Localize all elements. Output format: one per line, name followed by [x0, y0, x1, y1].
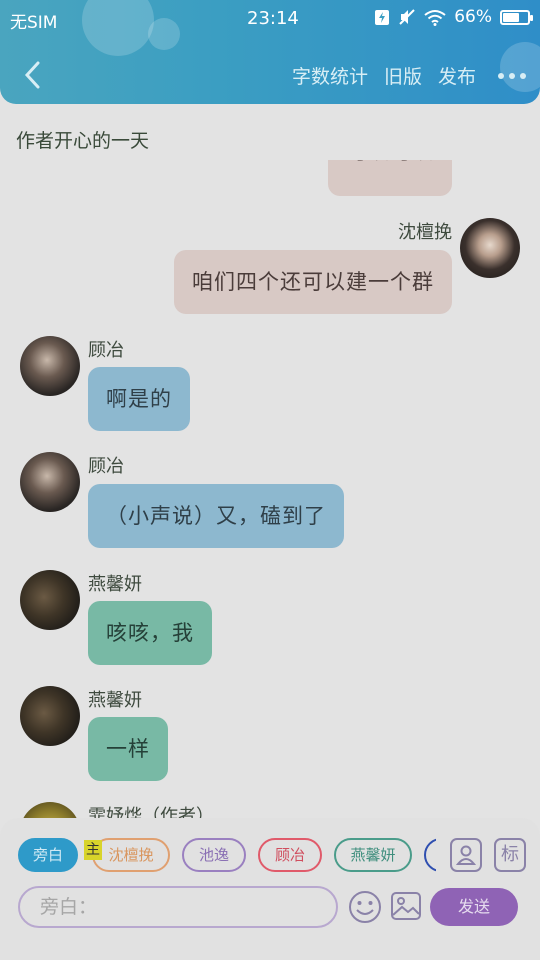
message-text: （小声说）又，磕到了 [106, 504, 326, 528]
role-chip-narration[interactable]: 旁白 [18, 838, 78, 872]
battery-percent: 66% [454, 7, 492, 27]
send-button[interactable]: 发送 [430, 888, 518, 926]
role-selector: 旁白 主 沈檀挽 池逸 顾冶 燕馨妍 [18, 838, 436, 874]
composer-panel: 旁白 主 沈檀挽 池逸 顾冶 燕馨妍 标 旁白： 发送 [0, 818, 540, 960]
avatar[interactable] [20, 686, 80, 746]
sender-name: 燕馨妍 [88, 574, 142, 595]
word-count-button[interactable]: 字数统计 [292, 62, 368, 89]
message-bubble[interactable]: 啊是的 [88, 367, 190, 431]
message-text: 咱们四个还可以建一个群 [192, 270, 434, 294]
role-chip-gu-ye[interactable]: 顾冶 [258, 838, 322, 872]
message-text: 一样 [106, 737, 150, 761]
story-title: 作者开心的一天 [16, 130, 150, 152]
role-chip-yan-xinyan[interactable]: 燕馨妍 [334, 838, 412, 872]
message-text: 咳咳，我 [106, 621, 194, 645]
message-bubble[interactable]: （小声说）又，磕到了 [88, 484, 344, 548]
sender-name: 燕馨妍 [88, 690, 142, 711]
sender-name: 沈檀挽 [398, 222, 452, 243]
top-app-bar: 无SIM 23:14 66% 字数统计 旧版 发布 [0, 0, 540, 104]
sender-name: 顾冶 [88, 456, 124, 477]
avatar[interactable] [20, 570, 80, 630]
chevron-left-icon[interactable] [20, 58, 46, 92]
role-chip-overflow[interactable] [424, 838, 436, 872]
message-bubble[interactable]: 一样 [88, 717, 168, 781]
smiley-icon[interactable] [348, 890, 382, 924]
image-icon[interactable] [390, 891, 422, 921]
old-version-button[interactable]: 旧版 [384, 62, 422, 89]
message-text: 啊是的 [106, 387, 172, 411]
person-card-icon[interactable] [450, 838, 482, 872]
carrier-label: 无SIM [10, 13, 58, 33]
main-role-badge: 主 [84, 840, 102, 860]
avatar[interactable] [460, 218, 520, 278]
message-text: 可以可以 [346, 160, 434, 172]
publish-button[interactable]: 发布 [438, 62, 476, 89]
status-bar: 无SIM 23:14 66% [0, 0, 540, 36]
mute-icon [399, 9, 415, 25]
status-icons: 66% [374, 7, 533, 27]
wifi-icon [424, 9, 446, 26]
role-chip-chi-yi[interactable]: 池逸 [182, 838, 246, 872]
chat-area: 可以可以 沈檀挽 咱们四个还可以建一个群 顾冶 啊是的 顾冶 （小声说）又，磕到… [0, 160, 540, 820]
nav-actions: 字数统计 旧版 发布 [276, 62, 526, 89]
more-dots-icon[interactable] [498, 72, 526, 79]
message-bubble[interactable]: 可以可以 [328, 160, 452, 196]
message-bubble[interactable]: 咳咳，我 [88, 601, 212, 665]
message-input[interactable] [18, 886, 338, 928]
alarm-icon [375, 10, 390, 25]
avatar[interactable] [20, 452, 80, 512]
message-bubble[interactable]: 咱们四个还可以建一个群 [174, 250, 452, 314]
sender-name: 顾冶 [88, 340, 124, 361]
battery-level [503, 12, 519, 22]
mark-button[interactable]: 标 [494, 838, 526, 872]
battery-icon [500, 9, 533, 25]
clock: 23:14 [247, 8, 299, 29]
role-chip-shen-tanwan[interactable]: 沈檀挽 [92, 838, 170, 872]
avatar[interactable] [20, 336, 80, 396]
